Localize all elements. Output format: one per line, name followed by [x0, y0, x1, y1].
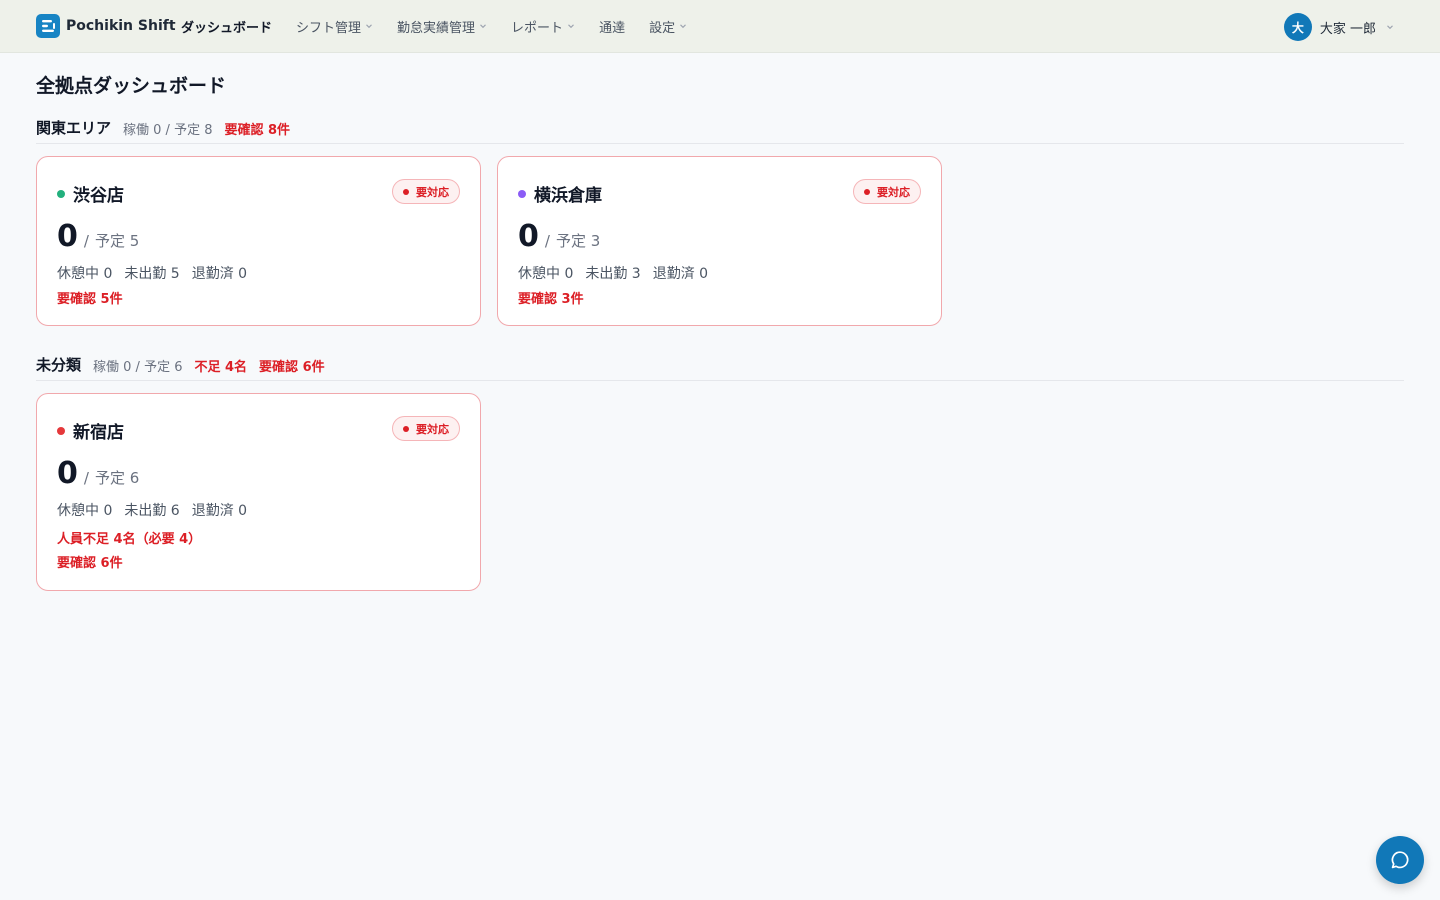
main-nav: ダッシュボード シフト管理 勤怠実績管理 レポート 通達 設定	[181, 16, 711, 36]
chevron-down-icon	[1387, 25, 1393, 30]
confirm-alert: 要確認 5件	[57, 292, 123, 307]
nav-settings[interactable]: 設定	[649, 16, 687, 36]
count-separator: /	[544, 232, 550, 250]
nav-shift-management[interactable]: シフト管理	[296, 16, 373, 36]
group-alert-confirm: 要確認 8件	[224, 123, 291, 138]
avatar: 大	[1283, 13, 1312, 41]
count-separator: /	[83, 469, 89, 487]
status-badge-label: 要対応	[416, 185, 449, 199]
store-name-row: 渋谷店	[57, 181, 124, 206]
status-badge: 要対応	[392, 416, 460, 441]
user-name: 大家 一郎	[1319, 21, 1376, 37]
count-separator: /	[83, 232, 89, 250]
confirm-alert: 要確認 6件	[57, 556, 123, 571]
group-alert-shortage: 不足 4名	[194, 360, 248, 375]
store-card-shinjuku[interactable]: 新宿店 要対応 0 / 予定 6 休憩中 0 未出勤 6 退勤済 0 人員不足 …	[36, 393, 481, 591]
not-clocked-in-count: 未出勤 3	[585, 266, 641, 282]
alert-dot-icon	[403, 425, 409, 432]
planned-count: 予定 6	[94, 469, 140, 487]
app-logo-icon	[36, 14, 60, 38]
chevron-down-icon	[480, 24, 486, 29]
nav-shift-management-label: シフト管理	[296, 20, 362, 36]
nav-reports[interactable]: レポート	[511, 16, 575, 36]
attendance-count: 0 / 予定 3	[518, 219, 600, 254]
nav-notices-label: 通達	[599, 20, 626, 36]
brand[interactable]: Pochikin Shift	[36, 14, 176, 38]
status-badge: 要対応	[853, 179, 921, 204]
group-header-uncategorized: 未分類 稼働 0 / 予定 6 不足 4名 要確認 6件	[36, 354, 1404, 381]
nav-attendance-management[interactable]: 勤怠実績管理	[397, 16, 487, 36]
nav-dashboard[interactable]: ダッシュボード	[181, 16, 272, 36]
store-name: 新宿店	[73, 423, 124, 443]
working-count: 0	[57, 456, 78, 491]
user-menu[interactable]: 大 大家 一郎	[1283, 13, 1394, 41]
group-stats: 稼働 0 / 予定 8	[123, 123, 213, 138]
status-breakdown: 休憩中 0 未出勤 5 退勤済 0	[57, 263, 259, 283]
planned-count: 予定 3	[555, 232, 601, 250]
on-break-count: 休憩中 0	[518, 266, 574, 282]
group-name: 関東エリア	[36, 119, 112, 137]
working-count: 0	[518, 219, 539, 254]
clocked-out-count: 退勤済 0	[652, 266, 709, 282]
not-clocked-in-count: 未出勤 5	[124, 266, 180, 282]
store-name-row: 横浜倉庫	[518, 181, 602, 206]
status-dot-icon	[57, 189, 65, 198]
store-card-yokohama[interactable]: 横浜倉庫 要対応 0 / 予定 3 休憩中 0 未出勤 3 退勤済 0 要確認 …	[497, 156, 942, 326]
nav-settings-label: 設定	[649, 20, 676, 36]
page-title: 全拠点ダッシュボード	[36, 75, 227, 97]
alert-dot-icon	[864, 188, 870, 195]
on-break-count: 休憩中 0	[57, 503, 113, 519]
store-card-shibuya[interactable]: 渋谷店 要対応 0 / 予定 5 休憩中 0 未出勤 5 退勤済 0 要確認 5…	[36, 156, 481, 326]
store-name: 渋谷店	[73, 186, 124, 206]
planned-count: 予定 5	[94, 232, 140, 250]
store-name-row: 新宿店	[57, 418, 124, 443]
chevron-down-icon	[680, 24, 686, 29]
nav-notices[interactable]: 通達	[599, 16, 625, 36]
nav-dashboard-label: ダッシュボード	[181, 20, 273, 36]
chevron-down-icon	[366, 24, 372, 29]
clocked-out-count: 退勤済 0	[191, 266, 248, 282]
nav-attendance-management-label: 勤怠実績管理	[397, 20, 476, 36]
chevron-down-icon	[568, 24, 574, 29]
group-alert-confirm: 要確認 6件	[259, 360, 325, 375]
attendance-count: 0 / 予定 6	[57, 456, 139, 491]
status-badge-label: 要対応	[416, 422, 449, 436]
status-dot-icon	[57, 426, 65, 435]
top-navigation-bar: Pochikin Shift ダッシュボード シフト管理 勤怠実績管理 レポート…	[0, 0, 1440, 53]
status-breakdown: 休憩中 0 未出勤 3 退勤済 0	[518, 263, 720, 283]
group-name: 未分類	[36, 356, 82, 374]
group-stats: 稼働 0 / 予定 6	[93, 360, 183, 375]
nav-reports-label: レポート	[511, 20, 564, 36]
working-count: 0	[57, 219, 78, 254]
brand-name: Pochikin Shift	[66, 18, 176, 34]
on-break-count: 休憩中 0	[57, 266, 113, 282]
attendance-count: 0 / 予定 5	[57, 219, 139, 254]
confirm-alert: 要確認 3件	[518, 292, 584, 307]
clocked-out-count: 退勤済 0	[191, 503, 248, 519]
status-badge: 要対応	[392, 179, 460, 204]
not-clocked-in-count: 未出勤 6	[124, 503, 180, 519]
status-breakdown: 休憩中 0 未出勤 6 退勤済 0	[57, 500, 259, 520]
status-badge-label: 要対応	[877, 185, 910, 199]
chat-bubble-icon	[1391, 851, 1409, 869]
status-dot-icon	[518, 189, 526, 198]
staff-shortage-alert: 人員不足 4名（必要 4）	[57, 532, 202, 547]
chat-button[interactable]	[1376, 836, 1424, 884]
alert-dot-icon	[403, 188, 409, 195]
store-name: 横浜倉庫	[534, 186, 602, 206]
group-header-kanto: 関東エリア 稼働 0 / 予定 8 要確認 8件	[36, 117, 1404, 144]
